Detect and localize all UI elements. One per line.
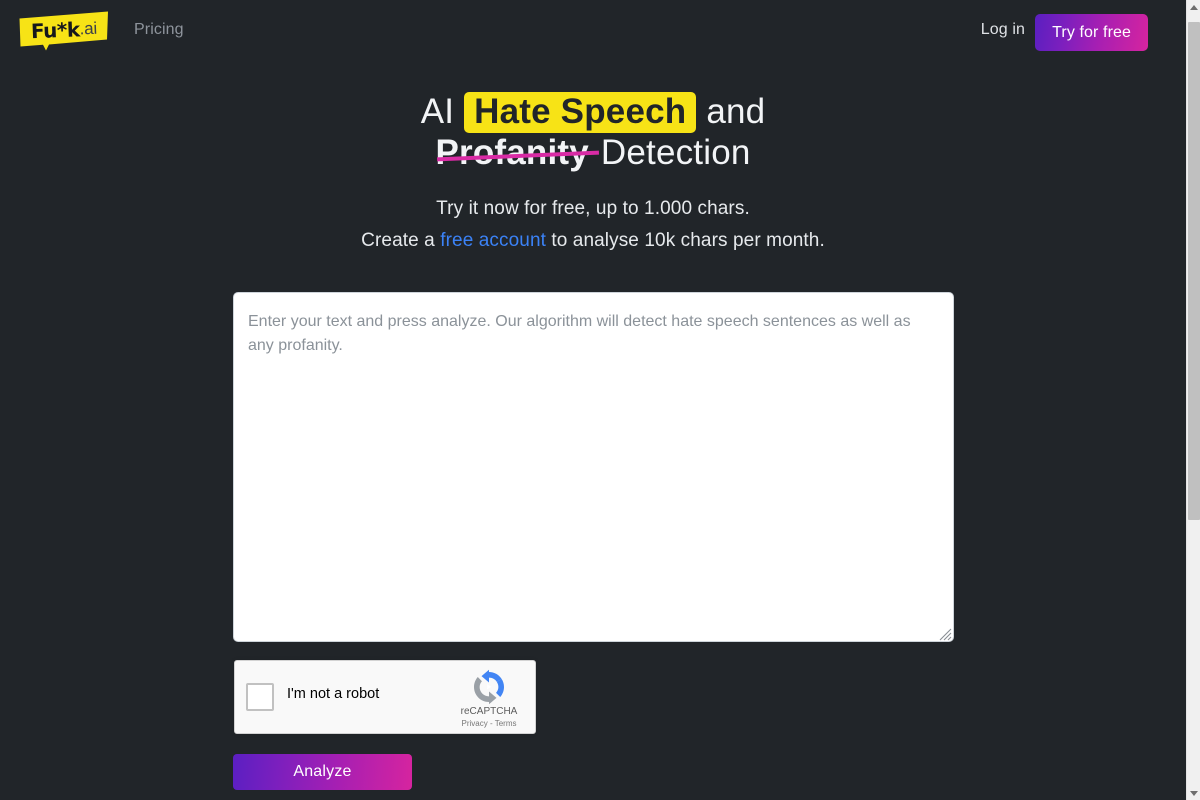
scroll-up-arrow-icon[interactable] <box>1187 0 1200 14</box>
site-logo[interactable]: Fu*k .ai <box>18 11 110 51</box>
triangle-down-icon <box>1190 790 1198 796</box>
scrollbar-thumb[interactable] <box>1188 22 1200 520</box>
recaptcha-widget[interactable]: I'm not a robot reCAPTCHA Privacy - Term… <box>234 660 536 734</box>
subtext-after-link: to analyse 10k chars per month. <box>545 230 825 251</box>
page-viewport: Fu*k .ai Pricing Log in Try for free AI H… <box>0 0 1186 800</box>
scroll-down-arrow-icon[interactable] <box>1187 786 1200 800</box>
triangle-up-icon <box>1190 4 1198 10</box>
page-root: Fu*k .ai Pricing Log in Try for free AI H… <box>0 0 1200 800</box>
page-scrollbar[interactable] <box>1186 0 1200 800</box>
logo-wordmark: Fu*k .ai <box>17 9 110 53</box>
recaptcha-branding: reCAPTCHA Privacy - Terms <box>452 669 526 729</box>
headline-strike-profanity: Profanity <box>435 133 589 172</box>
analyze-button[interactable]: Analyze <box>233 754 412 790</box>
top-navigation-bar: Fu*k .ai Pricing Log in Try for free <box>0 0 1186 65</box>
hero-section: AI Hate Speech and Profanity Detection Tr… <box>0 92 1186 257</box>
logo-suffix-text: .ai <box>79 18 98 38</box>
hero-subtext-line-2: Create a free account to analyse 10k cha… <box>0 225 1186 257</box>
nav-link-pricing[interactable]: Pricing <box>134 21 184 39</box>
try-for-free-button[interactable]: Try for free <box>1035 14 1148 51</box>
free-account-link[interactable]: free account <box>440 230 546 251</box>
logo-main-text: Fu*k <box>30 16 81 43</box>
recaptcha-checkbox[interactable] <box>246 683 274 711</box>
recaptcha-legal-links[interactable]: Privacy - Terms <box>452 718 526 729</box>
recaptcha-label: I'm not a robot <box>287 686 380 702</box>
headline-part-3: Detection <box>590 133 751 172</box>
headline-part-1: AI <box>420 92 465 131</box>
nav-link-login[interactable]: Log in <box>981 21 1025 39</box>
hero-subtext: Try it now for free, up to 1.000 chars. … <box>0 193 1186 257</box>
hero-subtext-line-1: Try it now for free, up to 1.000 chars. <box>436 198 750 219</box>
page-title: AI Hate Speech and Profanity Detection <box>0 92 1186 172</box>
recaptcha-logo-icon <box>474 669 504 705</box>
recaptcha-brand-name: reCAPTCHA <box>460 706 518 717</box>
subtext-before-link: Create a <box>361 230 441 251</box>
headline-part-2: and <box>696 92 766 131</box>
headline-highlight-hate-speech: Hate Speech <box>464 92 697 133</box>
analyze-text-input[interactable] <box>233 292 954 642</box>
